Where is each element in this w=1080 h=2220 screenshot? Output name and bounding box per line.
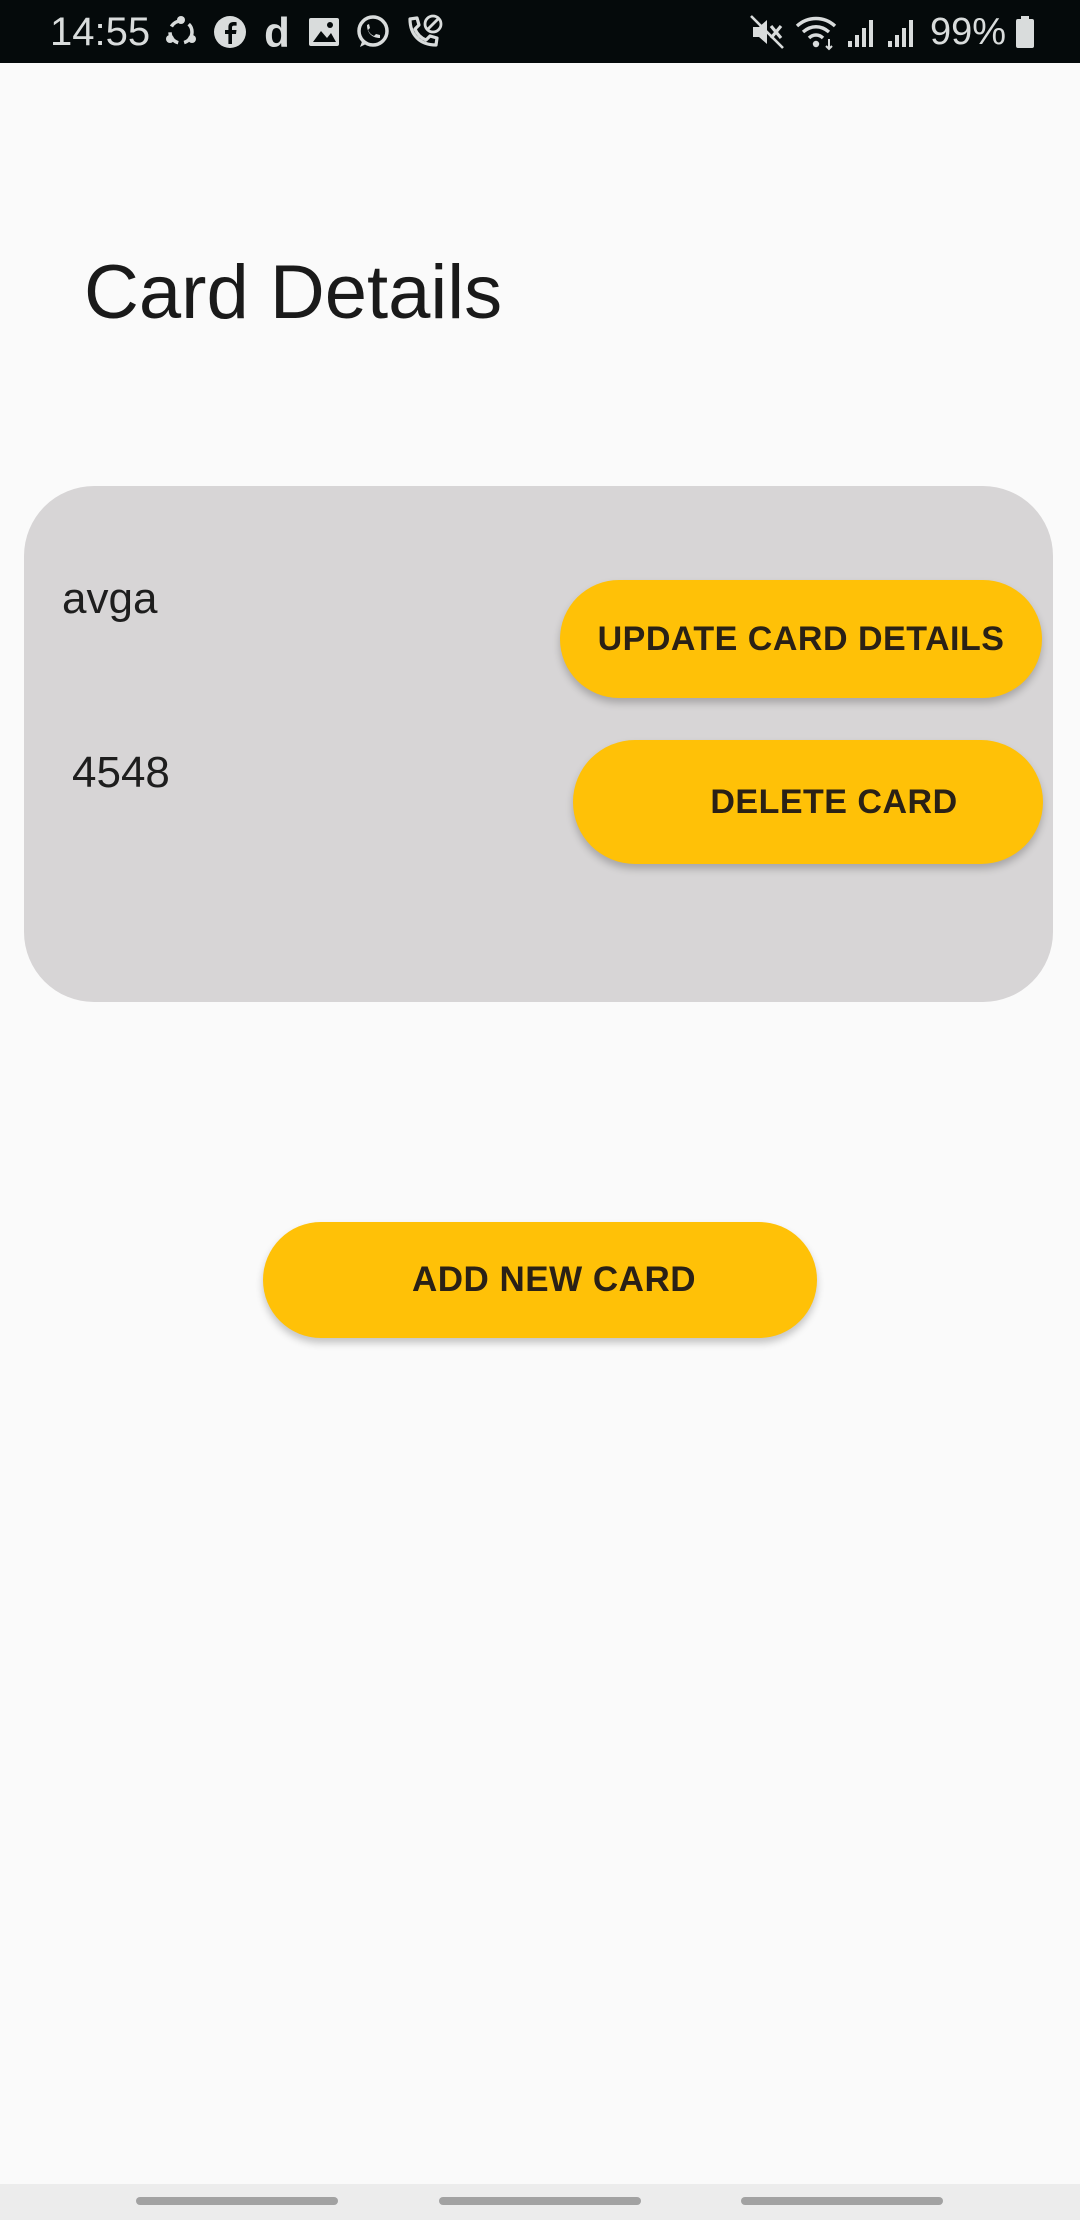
battery-percent: 99%: [929, 11, 1006, 53]
page-title: Card Details: [84, 250, 503, 335]
status-time: 14:55: [50, 10, 151, 54]
status-bar: 14:55 d 99%: [0, 0, 1080, 63]
recents-nav-button[interactable]: [136, 2197, 338, 2205]
update-card-details-button[interactable]: UPDATE CARD DETAILS: [560, 580, 1042, 698]
home-nav-button[interactable]: [439, 2197, 641, 2205]
add-new-card-button[interactable]: ADD NEW CARD: [263, 1222, 817, 1338]
wifi-icon: [794, 13, 838, 51]
update-card-details-label: UPDATE CARD DETAILS: [597, 619, 1005, 658]
battery-icon: [1014, 13, 1036, 51]
whatsapp-icon: [354, 13, 392, 51]
signal-icon: [846, 13, 878, 51]
facebook-icon: [212, 14, 248, 50]
mute-icon: [748, 13, 786, 51]
wifi-calling-icon: [404, 13, 444, 51]
card-holder-name: avga: [62, 574, 158, 623]
dailyhunt-icon: d: [260, 13, 294, 51]
svg-text:d: d: [264, 13, 290, 51]
screen: 14:55 d 99% Card Details avga 4548 UPDAT…: [0, 0, 1080, 2220]
card-number: 4548: [72, 748, 170, 797]
delete-card-label: DELETE CARD: [710, 782, 958, 821]
back-nav-button[interactable]: [741, 2197, 943, 2205]
notification-icons: d: [162, 12, 444, 52]
add-new-card-label: ADD NEW CARD: [411, 1260, 697, 1299]
signal-icon: [886, 13, 918, 51]
navigation-bar: [0, 2184, 1080, 2220]
saved-card: avga 4548 UPDATE CARD DETAILS DELETE CAR…: [24, 486, 1053, 1002]
delete-card-button[interactable]: DELETE CARD: [573, 740, 1043, 864]
gallery-icon: [306, 14, 342, 50]
system-icons: 99%: [748, 10, 1036, 54]
sync-icon: [162, 13, 200, 51]
